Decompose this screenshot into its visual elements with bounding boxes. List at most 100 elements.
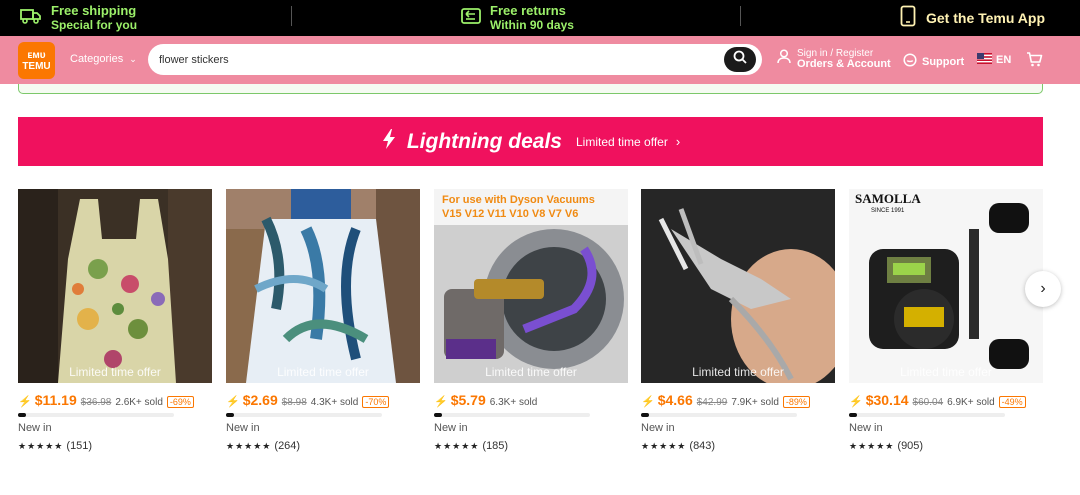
lightning-icon: ⚡ [849, 396, 863, 408]
offer-label: Limited time offer [277, 365, 369, 379]
star-rating-icon: ★★★★★ [226, 441, 272, 451]
chevron-down-icon: ⌄ [129, 54, 137, 64]
review-count: (905) [897, 440, 924, 452]
star-rating-icon: ★★★★★ [434, 441, 480, 451]
promo-bar: Free shipping Special for you Free retur… [0, 0, 1080, 36]
sales-progress-bar [434, 413, 590, 417]
discount-badge: -49% [998, 396, 1026, 408]
sold-count: 2.6K+ sold [115, 397, 163, 408]
rating: ★★★★★ (843) [641, 440, 715, 452]
lightning-icon: ⚡ [434, 396, 448, 408]
product-card[interactable]: Limited time offer ⚡ $2.69 $8.98 4.3K+ s… [226, 189, 420, 459]
categories-menu[interactable]: Categories ⌄ [70, 53, 137, 65]
logo-mark: ᴇᴍᴜ [27, 49, 46, 61]
sold-count: 6.3K+ sold [489, 397, 538, 408]
price-row: ⚡ $30.14 $60.04 6.9K+ sold -49% [849, 392, 1026, 408]
price: $4.66 [657, 392, 693, 408]
price: $5.79 [450, 392, 486, 408]
promo-divider [291, 6, 292, 26]
product-image[interactable]: Limited time offer [226, 189, 420, 383]
rating: ★★★★★ (185) [434, 440, 508, 452]
user-icon [777, 49, 791, 69]
star-rating-icon: ★★★★★ [18, 441, 64, 451]
support-label: Support [922, 55, 965, 68]
price-row: ⚡ $11.19 $36.98 2.6K+ sold -69% [18, 392, 194, 408]
lightning-deals-title: Lightning deals [406, 129, 562, 153]
carousel-next-button[interactable]: › [1025, 271, 1061, 307]
progress-fill [226, 413, 234, 417]
lightning-deals-subtitle: Limited time offer [576, 134, 668, 149]
original-price: $36.98 [80, 397, 112, 408]
search-icon [733, 50, 747, 69]
new-in-badge: New in [18, 422, 52, 434]
sales-progress-bar [18, 413, 174, 417]
free-shipping-subtitle: Special for you [51, 18, 138, 32]
product-card[interactable]: Limited time offer ⚡ $4.66 $42.99 7.9K+ … [641, 189, 835, 459]
product-image[interactable]: For use with Dyson Vacuums V15 V12 V11 V… [434, 189, 628, 383]
discount-badge: -89% [782, 396, 810, 408]
return-icon [461, 7, 481, 29]
categories-label: Categories [70, 53, 124, 65]
offer-label: Limited time offer [692, 365, 784, 379]
price-row: ⚡ $5.79 6.3K+ sold [434, 392, 537, 408]
offer-label: Limited time offer [900, 365, 992, 379]
lightning-icon [381, 128, 397, 155]
cart-icon [1026, 52, 1043, 71]
lightning-icon: ⚡ [18, 396, 32, 408]
language-selector[interactable]: EN [977, 53, 1011, 67]
lightning-icon: ⚡ [641, 396, 655, 408]
logo-wordmark: TEMU [22, 60, 51, 72]
search-bar [148, 44, 762, 75]
product-card[interactable]: For use with Dyson Vacuums V15 V12 V11 V… [434, 189, 628, 459]
language-label: EN [996, 54, 1012, 66]
product-image[interactable]: SAMOLLA SINCE 1991 Limited time offer [849, 189, 1043, 383]
progress-fill [641, 413, 649, 417]
review-count: (151) [66, 440, 93, 452]
free-returns-title: Free returns [490, 3, 566, 18]
lightning-deals-banner[interactable]: Lightning deals Limited time offer › [18, 117, 1043, 166]
free-shipping-promo[interactable]: Free shipping Special for you [20, 0, 137, 36]
search-input[interactable] [159, 50, 719, 69]
review-count: (185) [482, 440, 509, 452]
get-app-link[interactable]: Get the Temu App [900, 0, 1045, 36]
cart-button[interactable] [1026, 51, 1043, 72]
product-image[interactable]: Limited time offer [641, 189, 835, 383]
rating: ★★★★★ (264) [226, 440, 300, 452]
new-in-badge: New in [641, 422, 675, 434]
discount-badge: -69% [166, 396, 194, 408]
rating: ★★★★★ (905) [849, 440, 923, 452]
brand-logo-text: SAMOLLA [855, 191, 921, 206]
review-count: (264) [274, 440, 301, 452]
star-rating-icon: ★★★★★ [641, 441, 687, 451]
rating: ★★★★★ (151) [18, 440, 92, 452]
original-price: $60.04 [912, 397, 944, 408]
account-menu[interactable]: Sign in / Register Orders & Account [777, 48, 891, 70]
notice-strip [18, 84, 1043, 94]
chevron-right-icon: › [675, 134, 681, 149]
temu-logo[interactable]: ᴇᴍᴜ TEMU [18, 42, 55, 79]
us-flag-icon [977, 53, 992, 67]
sold-count: 7.9K+ sold [731, 397, 779, 408]
support-icon [903, 53, 917, 70]
brand-logo-subtext: SINCE 1991 [871, 208, 905, 214]
get-app-label: Get the Temu App [926, 10, 1045, 26]
search-button[interactable] [724, 47, 756, 72]
support-link[interactable]: Support [903, 53, 964, 70]
original-price: $8.98 [281, 397, 307, 408]
free-returns-promo[interactable]: Free returns Within 90 days [461, 0, 574, 36]
product-card[interactable]: SAMOLLA SINCE 1991 Limited time offer ⚡ … [849, 189, 1043, 459]
sales-progress-bar [849, 413, 1005, 417]
product-card[interactable]: Limited time offer ⚡ $11.19 $36.98 2.6K+… [18, 189, 212, 459]
lightning-icon: ⚡ [226, 396, 240, 408]
price: $2.69 [242, 392, 278, 408]
product-image[interactable]: Limited time offer [18, 189, 212, 383]
original-price: $42.99 [696, 397, 728, 408]
image-caption: V15 V12 V11 V10 V8 V7 V6 [442, 208, 579, 220]
new-in-badge: New in [434, 422, 468, 434]
offer-label: Limited time offer [69, 365, 161, 379]
phone-icon [900, 5, 916, 32]
chevron-right-icon: › [1040, 280, 1046, 297]
new-in-badge: New in [849, 422, 883, 434]
orders-account-label: Orders & Account [797, 58, 891, 70]
progress-fill [18, 413, 26, 417]
